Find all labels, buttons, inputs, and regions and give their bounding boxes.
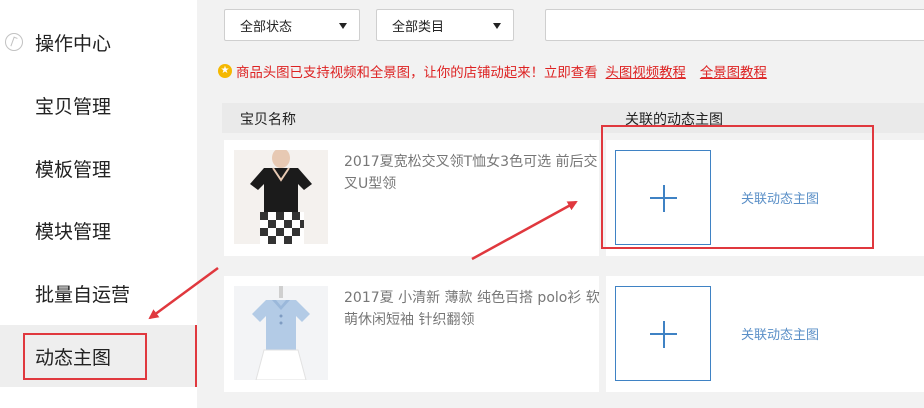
annotation-arrows	[148, 200, 578, 320]
arrow-to-sidebar-item	[148, 266, 219, 320]
page: 操作中心 宝贝管理 模板管理 模块管理 批量自运营 动态主图 全部状态 全部类目…	[0, 0, 924, 408]
arrow-to-linked-image	[471, 200, 578, 261]
